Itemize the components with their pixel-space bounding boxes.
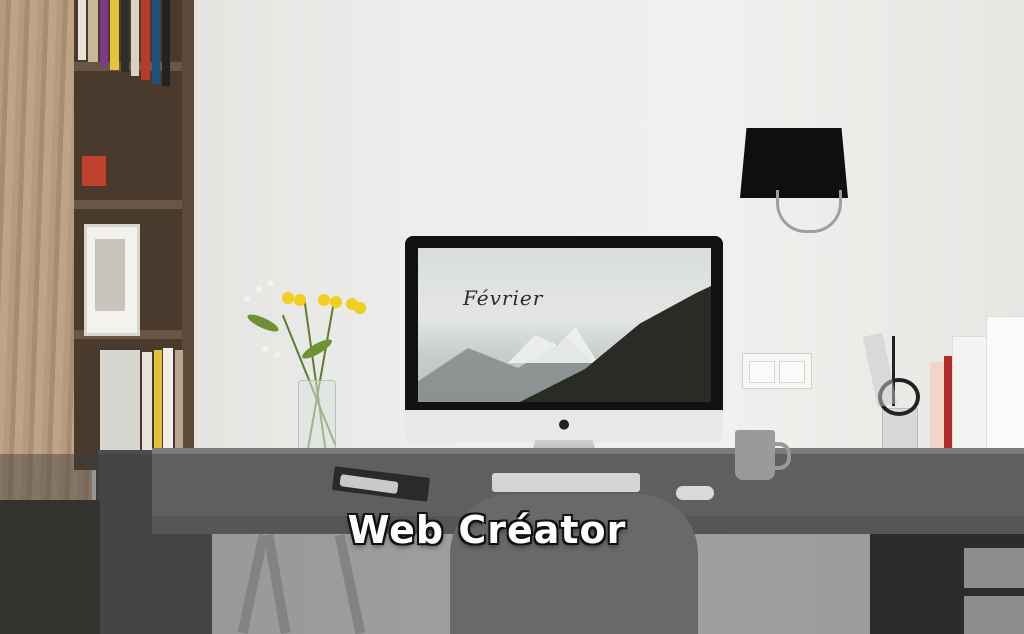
book [88, 0, 98, 62]
book [110, 0, 119, 70]
switch-button [749, 361, 775, 383]
book [131, 0, 139, 76]
book [162, 0, 170, 86]
yellow-flower [354, 302, 366, 314]
shelf-side [182, 0, 194, 470]
book [100, 350, 140, 450]
white-flower [268, 280, 274, 286]
mug [735, 430, 775, 480]
leaf [299, 336, 335, 362]
light-switch [742, 353, 812, 389]
book [152, 0, 160, 84]
snowy-peak [508, 327, 598, 363]
wallpaper-text: Février [463, 286, 544, 310]
white-flower [262, 346, 268, 352]
book [154, 350, 162, 450]
book [78, 0, 86, 60]
mouse [676, 486, 714, 500]
book [986, 316, 1024, 468]
book [142, 352, 152, 450]
book [121, 0, 129, 72]
monitor-screen: Février [418, 248, 711, 402]
photo-frame [84, 224, 140, 336]
photo [95, 239, 125, 311]
keyboard [492, 473, 640, 492]
yellow-flower [318, 294, 330, 306]
wall-lamp [740, 128, 848, 198]
book [163, 348, 173, 450]
shelf-plank [74, 200, 194, 209]
apple-logo-icon: ● [558, 417, 570, 432]
banner-title: Web Créator [347, 508, 627, 552]
book [141, 0, 150, 80]
lamp-arm [776, 190, 842, 233]
white-flower [256, 286, 262, 292]
glass-vase [298, 380, 336, 458]
hero-image: Février ● Web Créator [0, 0, 1024, 634]
book [175, 350, 183, 450]
book [100, 0, 108, 66]
small-box [82, 156, 106, 186]
yellow-flower [330, 296, 342, 308]
yellow-flower [294, 294, 306, 306]
leaf [245, 311, 281, 335]
switch-button [779, 361, 805, 383]
white-flower [244, 296, 250, 302]
white-flower [274, 352, 280, 358]
mug-handle [771, 442, 791, 470]
yellow-flower [282, 292, 294, 304]
